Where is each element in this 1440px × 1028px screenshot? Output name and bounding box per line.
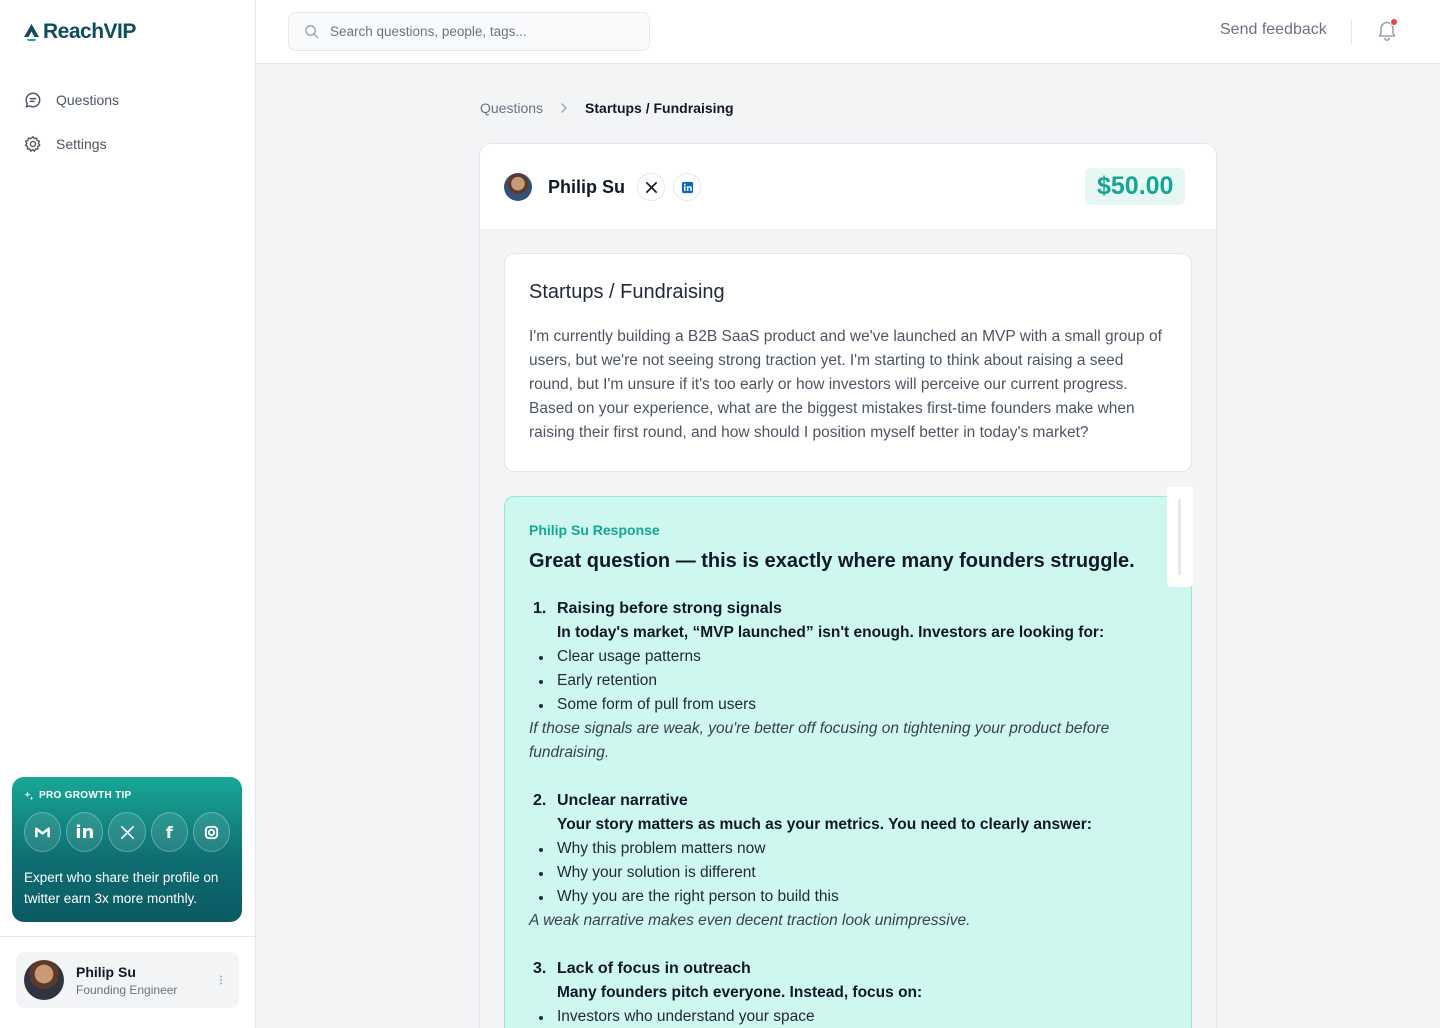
profile-role: Founding Engineer (76, 982, 178, 997)
chevron-right-icon (561, 103, 567, 113)
gmail-icon (35, 826, 50, 837)
response-section: 2. Unclear narrative Your story matters a… (529, 789, 1167, 933)
facebook-icon: f (165, 822, 173, 842)
send-feedback-button[interactable]: Send feedback (1220, 21, 1327, 39)
breadcrumb-questions-link[interactable]: Questions (480, 100, 543, 116)
section-title: 1. Raising before strong signals (533, 600, 782, 617)
search-box[interactable] (288, 12, 650, 51)
sidebar-item-label: Questions (56, 92, 120, 108)
question-title: Startups / Fundraising (529, 281, 725, 303)
section-title: 3. Lack of focus in outreach (533, 960, 751, 977)
asker-linkedin-profile-button[interactable] (673, 173, 701, 201)
question-price: $50.00 (1085, 168, 1186, 205)
instagram-icon (204, 825, 219, 839)
profile-info: Philip Su Founding Engineer (76, 964, 213, 997)
section-title: 2. Unclear narrative (533, 792, 688, 809)
logo-mark-icon (24, 23, 39, 41)
question-header: Philip Su $50.00 (480, 144, 1216, 230)
question-panel: Philip Su $50.00 Startups / Fundraising … (479, 143, 1217, 1028)
section-note: If those signals are weak, you're better… (529, 720, 1110, 761)
asker-avatar (504, 173, 532, 201)
linkedin-icon: in (75, 821, 95, 843)
avatar (24, 960, 64, 1000)
sidebar-item-label: Settings (56, 136, 107, 152)
sidebar-nav: Questions Settings (24, 88, 234, 176)
pro-growth-tip-card: PRO GROWTH TIP in f Expert who share the… (12, 777, 242, 922)
section-note: A weak narrative makes even decent tract… (529, 912, 971, 929)
share-x-button[interactable] (108, 812, 146, 852)
sidebar-item-questions[interactable]: Questions (24, 88, 234, 112)
notifications-button[interactable] (1377, 18, 1399, 42)
gear-icon (24, 135, 41, 152)
list-item: Why you are the right person to build th… (529, 885, 1167, 909)
social-share-buttons: in f (24, 812, 231, 852)
sidebar: ReachVIP Questions Settings PRO GROWTH T… (0, 0, 256, 1028)
section-lead: Many founders pitch everyone. Instead, f… (557, 984, 923, 1001)
section-lead: Your story matters as much as your metri… (557, 816, 1092, 833)
chat-icon (25, 92, 41, 108)
sparkle-icon (24, 791, 34, 800)
list-item: Why this problem matters now (529, 837, 1167, 861)
response-card: Philip Su Response Great question — this… (504, 487, 1193, 1028)
section-lead: In today's market, “MVP launched” isn't … (557, 624, 1105, 641)
list-item: Early retention (529, 669, 1167, 693)
topbar-divider (1351, 19, 1352, 45)
asker-name: Philip Su (548, 177, 626, 197)
app-name: ReachVIP (43, 20, 136, 43)
user-profile-card[interactable]: Philip Su Founding Engineer (16, 952, 239, 1008)
notification-dot (1390, 18, 1398, 26)
share-instagram-button[interactable] (192, 812, 231, 852)
scrollbar[interactable] (1167, 487, 1193, 587)
response-headline: Great question — this is exactly where m… (529, 550, 1135, 572)
list-item: Why your solution is different (529, 861, 1167, 885)
question-card: Startups / Fundraising I'm currently bui… (504, 253, 1192, 472)
sidebar-divider (0, 936, 256, 937)
response-label: Philip Su Response (529, 522, 660, 538)
x-icon (645, 181, 657, 193)
list-item: Investors who understand your space (529, 1005, 1167, 1028)
linkedin-icon (681, 181, 693, 193)
response-section: 3. Lack of focus in outreach Many founder… (529, 957, 1167, 1028)
section-bullets: Investors who understand your space (529, 1005, 1167, 1028)
more-options-icon[interactable] (213, 972, 229, 988)
list-item: Some form of pull from users (529, 693, 1167, 717)
share-gmail-button[interactable] (24, 812, 62, 852)
app-logo[interactable]: ReachVIP (24, 20, 136, 44)
response-section: 1. Raising before strong signals In today… (529, 597, 1167, 765)
asker-x-profile-button[interactable] (637, 173, 665, 201)
breadcrumb: Questions Startups / Fundraising (480, 100, 734, 116)
section-bullets: Clear usage patterns Early retention Som… (529, 645, 1167, 717)
question-body: I'm currently building a B2B SaaS produc… (529, 328, 1162, 441)
profile-name: Philip Su (76, 963, 136, 980)
x-icon (120, 825, 134, 839)
breadcrumb-current: Startups / Fundraising (585, 100, 734, 116)
response-sections: 1. Raising before strong signals In today… (529, 597, 1167, 1028)
search-icon (305, 25, 319, 39)
tip-text: Expert who share their profile on twitte… (24, 870, 219, 906)
section-bullets: Why this problem matters now Why your so… (529, 837, 1167, 909)
share-linkedin-button[interactable]: in (66, 812, 104, 852)
tip-title: PRO GROWTH TIP (24, 790, 230, 801)
search-input[interactable] (330, 24, 630, 39)
sidebar-item-settings[interactable]: Settings (24, 132, 234, 156)
share-facebook-button[interactable]: f (150, 812, 188, 852)
list-item: Clear usage patterns (529, 645, 1167, 669)
top-bar: Send feedback (256, 0, 1440, 64)
